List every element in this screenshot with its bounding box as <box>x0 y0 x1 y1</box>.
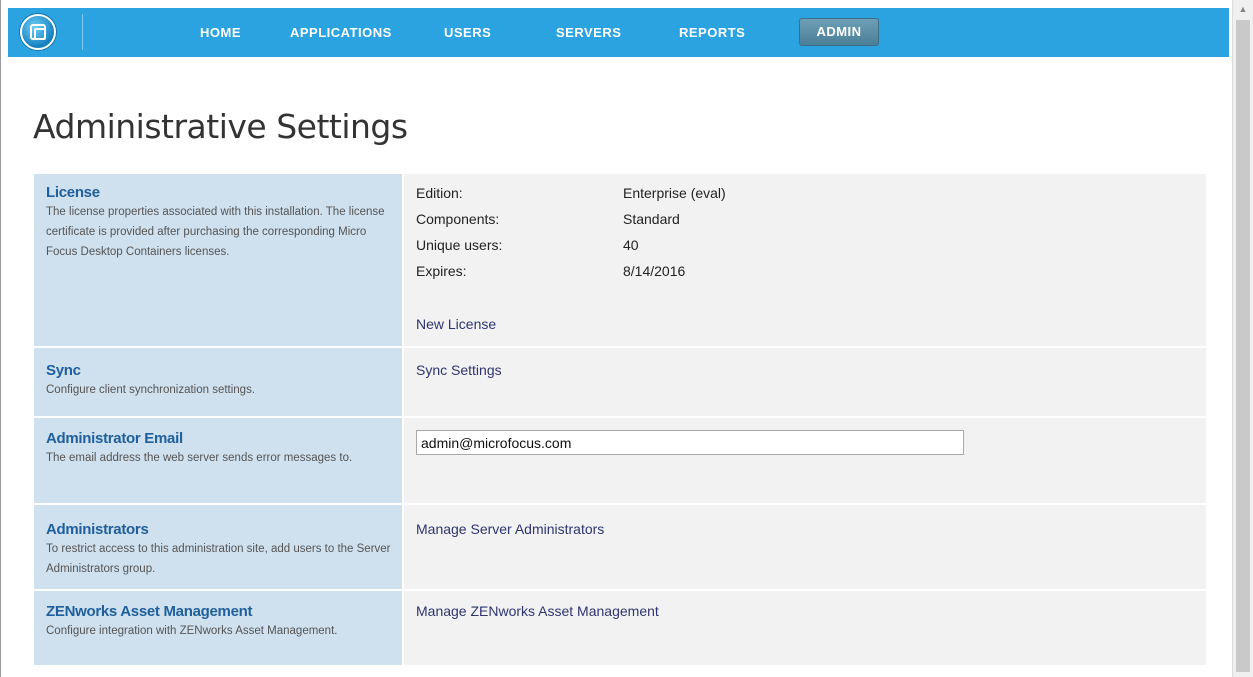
zenworks-description: Configure integration with ZENworks Asse… <box>46 625 338 637</box>
scroll-up-arrow-icon[interactable]: ▲ <box>1233 0 1253 18</box>
administrators-info: Administrators To restrict access to thi… <box>34 505 402 589</box>
manage-server-administrators-link[interactable]: Manage Server Administrators <box>416 521 604 537</box>
nav-divider <box>82 14 83 50</box>
top-nav-bar: HOME APPLICATIONS USERS SERVERS REPORTS … <box>8 8 1229 57</box>
admin-email-info: Administrator Email The email address th… <box>34 418 402 503</box>
nav-reports[interactable]: REPORTS <box>679 25 745 40</box>
settings-row-administrators: Administrators To restrict access to thi… <box>34 505 1206 591</box>
license-title: License <box>46 184 100 201</box>
license-field-row: Expires: 8/14/2016 <box>416 263 1196 289</box>
sync-settings-link[interactable]: Sync Settings <box>416 362 502 378</box>
license-info: License The license properties associate… <box>34 174 402 346</box>
settings-row-zenworks: ZENworks Asset Management Configure inte… <box>34 591 1206 667</box>
zenworks-info: ZENworks Asset Management Configure inte… <box>34 591 402 665</box>
license-field-value: Enterprise (eval) <box>623 185 726 201</box>
vertical-scrollbar[interactable]: ▲ <box>1232 0 1253 677</box>
zenworks-title: ZENworks Asset Management <box>46 603 253 620</box>
license-field-label: Expires: <box>416 263 467 279</box>
app-logo-icon[interactable] <box>20 14 56 50</box>
license-description: The license properties associated with t… <box>46 206 385 258</box>
settings-row-sync: Sync Configure client synchronization se… <box>34 348 1206 418</box>
license-details: Edition: Enterprise (eval) Components: S… <box>402 174 1206 346</box>
admin-email-description: The email address the web server sends e… <box>46 452 353 464</box>
sync-description: Configure client synchronization setting… <box>46 384 256 396</box>
settings-row-admin-email: Administrator Email The email address th… <box>34 418 1206 505</box>
page-title: Administrative Settings <box>33 107 408 146</box>
administrators-title: Administrators <box>46 521 149 538</box>
license-field-value: 40 <box>623 237 639 253</box>
license-field-value: Standard <box>623 211 680 227</box>
nav-home[interactable]: HOME <box>200 25 241 40</box>
license-field-label: Edition: <box>416 185 463 201</box>
license-field-row: Edition: Enterprise (eval) <box>416 185 1196 211</box>
admin-email-title: Administrator Email <box>46 430 183 447</box>
scroll-thumb[interactable] <box>1236 20 1250 672</box>
license-field-row: Components: Standard <box>416 211 1196 237</box>
nav-admin-active[interactable]: ADMIN <box>799 18 879 46</box>
license-field-value: 8/14/2016 <box>623 263 686 279</box>
sync-title: Sync <box>46 362 81 379</box>
nav-applications[interactable]: APPLICATIONS <box>290 25 392 40</box>
license-field-label: Components: <box>416 211 500 227</box>
new-license-link[interactable]: New License <box>416 316 496 332</box>
administrators-description: To restrict access to this administratio… <box>46 543 391 575</box>
admin-email-details <box>402 418 1206 503</box>
license-fields: Edition: Enterprise (eval) Components: S… <box>416 185 1196 289</box>
license-field-label: Unique users: <box>416 237 503 253</box>
license-field-row: Unique users: 40 <box>416 237 1196 263</box>
sync-info: Sync Configure client synchronization se… <box>34 348 402 416</box>
zenworks-details: Manage ZENworks Asset Management <box>402 591 1206 665</box>
settings-row-license: License The license properties associate… <box>34 174 1206 348</box>
sync-details: Sync Settings <box>402 348 1206 416</box>
nav-users[interactable]: USERS <box>444 25 491 40</box>
nav-servers[interactable]: SERVERS <box>556 25 621 40</box>
administrators-details: Manage Server Administrators <box>402 505 1206 589</box>
settings-table: License The license properties associate… <box>34 174 1206 667</box>
manage-zenworks-link[interactable]: Manage ZENworks Asset Management <box>416 603 659 619</box>
admin-email-field[interactable] <box>416 430 964 455</box>
